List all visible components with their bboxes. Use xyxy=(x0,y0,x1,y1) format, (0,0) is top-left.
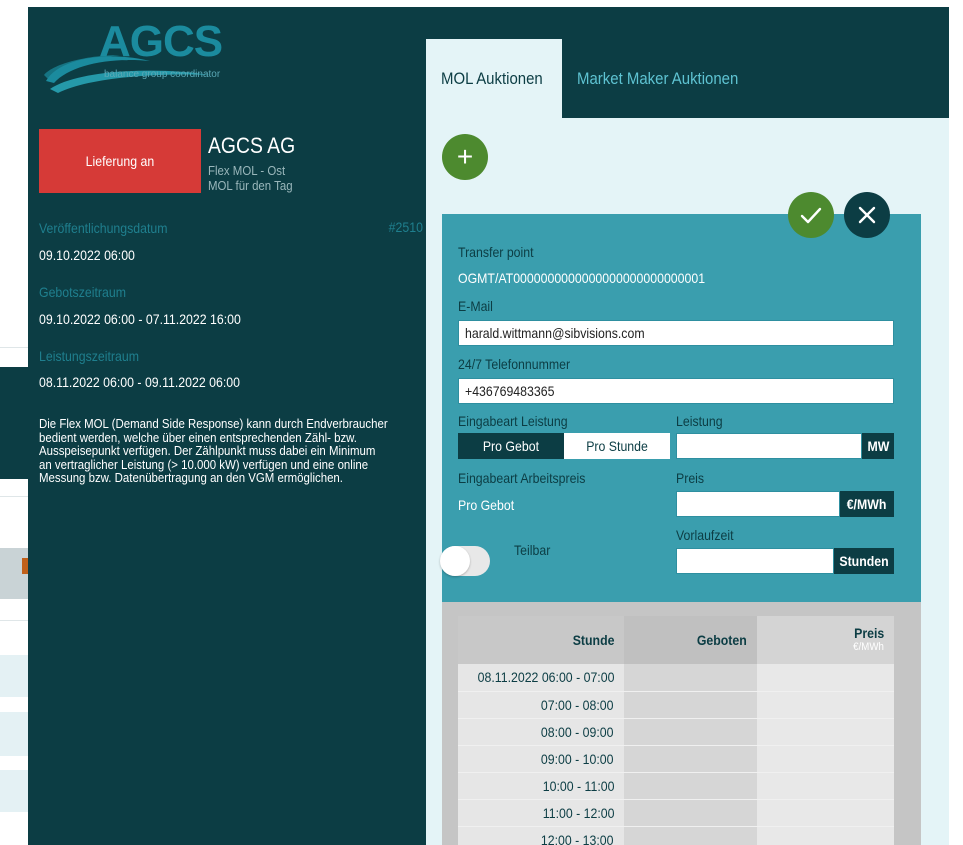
bid-form: Transfer point OGMT/AT000000000000000000… xyxy=(442,214,921,602)
table-row: 12:00 - 13:00 xyxy=(458,826,894,845)
column-header-price-unit: €/MWh xyxy=(853,641,884,653)
hours-table: Stunde Geboten Preis €/MWh 08.11.2022 06… xyxy=(458,616,894,845)
cell-hour: 10:00 - 11:00 xyxy=(458,772,624,800)
bg-divider xyxy=(0,496,28,497)
lead-time-unit: Stunden xyxy=(834,548,894,574)
delivery-button[interactable]: Lieferung an xyxy=(39,129,201,193)
cell-price[interactable] xyxy=(757,718,894,746)
company-name: AGCS AG xyxy=(208,133,296,158)
transfer-point-value: OGMT/AT0000000000000000000000000001 xyxy=(458,270,706,286)
email-label: E-Mail xyxy=(458,298,493,314)
price-unit: €/MWh xyxy=(840,491,894,517)
phone-field[interactable]: +436769483365 xyxy=(458,378,894,404)
cell-bid[interactable] xyxy=(624,826,757,845)
table-row: 11:00 - 12:00 xyxy=(458,799,894,827)
cell-bid[interactable] xyxy=(624,799,757,827)
period-type: MOL für den Tag xyxy=(208,178,293,193)
cell-bid[interactable] xyxy=(624,718,757,746)
bg-header-bar xyxy=(0,367,28,479)
cell-hour: 08.11.2022 06:00 - 07:00 xyxy=(458,664,624,692)
cell-hour: 09:00 - 10:00 xyxy=(458,745,624,773)
power-unit: MW xyxy=(862,433,894,459)
tab-market-maker-auctions[interactable]: Market Maker Auktionen xyxy=(562,39,762,119)
auction-dialog: AGCS balance group coordinator Lieferung… xyxy=(28,7,949,845)
service-period-value: 08.11.2022 06:00 - 09.11.2022 06:00 xyxy=(39,374,240,390)
bg-divider xyxy=(0,620,28,621)
table-row: 10:00 - 11:00 xyxy=(458,772,894,800)
hours-table-panel: Stunde Geboten Preis €/MWh 08.11.2022 06… xyxy=(442,602,921,845)
service-period-label: Leistungszeitraum xyxy=(39,348,139,364)
segment-per-bid[interactable]: Pro Gebot xyxy=(458,433,564,459)
agcs-logo: AGCS balance group coordinator xyxy=(40,17,240,102)
toggle-knob xyxy=(440,546,470,576)
segment-per-hour[interactable]: Pro Stunde xyxy=(564,433,670,459)
price-input-type-value: Pro Gebot xyxy=(458,497,515,513)
table-row: 09:00 - 10:00 xyxy=(458,745,894,773)
cell-price[interactable] xyxy=(757,799,894,827)
power-label: Leistung xyxy=(676,413,723,429)
transfer-point-label: Transfer point xyxy=(458,244,534,260)
cell-price[interactable] xyxy=(757,772,894,800)
cell-price[interactable] xyxy=(757,691,894,719)
cell-bid[interactable] xyxy=(624,745,757,773)
logo-tagline: balance group coordinator xyxy=(104,69,221,80)
cell-hour: 08:00 - 09:00 xyxy=(458,718,624,746)
divisible-label: Teilbar xyxy=(514,542,551,558)
bidding-period-value: 09.10.2022 06:00 - 07.11.2022 16:00 xyxy=(39,311,241,327)
divisible-toggle[interactable] xyxy=(440,546,490,576)
cell-price[interactable] xyxy=(757,664,894,692)
confirm-button[interactable] xyxy=(788,192,834,238)
cell-bid[interactable] xyxy=(624,691,757,719)
table-row: 08.11.2022 06:00 - 07:00 xyxy=(458,664,894,692)
bg-row xyxy=(0,712,28,756)
publication-value: 09.10.2022 06:00 xyxy=(39,247,135,263)
add-bid-button[interactable]: + xyxy=(442,134,488,180)
cell-price[interactable] xyxy=(757,826,894,845)
background-app-strip xyxy=(0,0,28,845)
table-row: 07:00 - 08:00 xyxy=(458,691,894,719)
cell-bid[interactable] xyxy=(624,664,757,692)
tab-content: + Transfer point OGMT/AT0000000000000000… xyxy=(426,118,949,845)
auction-description: Die Flex MOL (Demand Side Response) kann… xyxy=(39,416,388,485)
product-name: Flex MOL - Ost xyxy=(208,163,286,178)
tab-mol-auctions[interactable]: MOL Auktionen xyxy=(426,39,562,119)
table-header-row: Stunde Geboten Preis €/MWh xyxy=(458,616,894,664)
lead-time-field[interactable] xyxy=(676,548,834,574)
power-input-type-label: Eingabeart Leistung xyxy=(458,413,568,429)
cell-hour: 11:00 - 12:00 xyxy=(458,799,624,827)
bg-row xyxy=(0,655,28,697)
auction-id: #2510 xyxy=(388,219,423,235)
publication-label: Veröffentlichungsdatum xyxy=(39,220,168,236)
bidding-period-label: Gebotszeitraum xyxy=(39,284,126,300)
column-header-price: Preis €/MWh xyxy=(757,616,894,664)
close-icon xyxy=(858,206,876,224)
column-header-bid: Geboten xyxy=(624,616,757,664)
close-button[interactable] xyxy=(844,192,890,238)
price-input-type-label: Eingabeart Arbeitspreis xyxy=(458,470,586,486)
cell-hour: 07:00 - 08:00 xyxy=(458,691,624,719)
price-label: Preis xyxy=(676,470,705,486)
cell-hour: 12:00 - 13:00 xyxy=(458,826,624,845)
column-header-hour: Stunde xyxy=(458,616,624,664)
lead-time-label: Vorlaufzeit xyxy=(676,527,734,543)
price-field[interactable] xyxy=(676,491,840,517)
table-row: 08:00 - 09:00 xyxy=(458,718,894,746)
email-field[interactable]: harald.wittmann@sibvisions.com xyxy=(458,320,894,346)
cell-bid[interactable] xyxy=(624,772,757,800)
bg-row xyxy=(0,770,28,812)
cell-price[interactable] xyxy=(757,745,894,773)
bg-divider xyxy=(0,347,28,348)
check-icon xyxy=(800,207,822,224)
logo-brand: AGCS xyxy=(99,17,223,66)
phone-label: 24/7 Telefonnummer xyxy=(458,356,571,372)
power-field[interactable] xyxy=(676,433,862,459)
